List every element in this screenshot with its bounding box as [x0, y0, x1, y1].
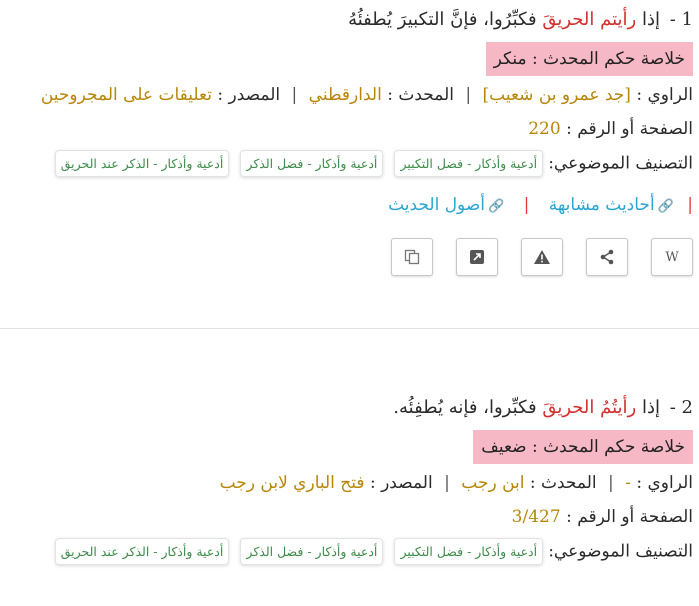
source-value[interactable]: تعليقات على المجروحين [41, 85, 212, 105]
narrator-line: الراوي : [جد عمرو بن شعيب] | المحدث : ال… [40, 85, 693, 105]
topic-tag[interactable]: أدعية وأذكار - الذكر عند الحريق [54, 538, 230, 565]
muhaddith-label: المحدث : [529, 473, 597, 493]
hadith-text: 2 - إذا رأيتُمُ الحريقَ فكبِّروا، فإنه ي… [4, 388, 693, 428]
hadith-highlight: رأيتم الحريقَ [542, 9, 637, 30]
copy-button[interactable] [390, 238, 433, 276]
grade-badge: خلاصة حكم المحدث : منكر [485, 42, 693, 76]
share-button[interactable] [585, 238, 628, 276]
topic-tag[interactable]: أدعية وأذكار - الذكر عند الحريق [54, 150, 230, 177]
narrator-value[interactable]: - [625, 473, 631, 493]
hadith-text-post: فكبِّرُوا، فإنَّ التكبيرَ يُطفئُهُ [348, 9, 537, 30]
source-label: المصدر : [217, 85, 281, 105]
muhaddith-value[interactable]: الدارقطني [309, 85, 382, 105]
page-label: الصفحة أو الرقم : [566, 119, 693, 139]
grade-badge: خلاصة حكم المحدث : ضعيف [473, 430, 693, 464]
page-line: الصفحة أو الرقم : 220 [4, 114, 693, 144]
share-icon [600, 249, 614, 265]
wiki-icon: W [665, 250, 679, 265]
narrator-label: الراوي : [636, 473, 693, 493]
hadith-number: 1 - [669, 9, 693, 30]
tags-label: التصنيف الموضوعي: [548, 153, 693, 174]
hadith-origins-link[interactable]: 🔗أصول الحديث [388, 195, 504, 215]
hadith-text-post: فكبِّروا، فإنه يُطفِئُه. [393, 397, 537, 418]
action-buttons: W [4, 238, 693, 280]
open-button[interactable] [455, 238, 498, 276]
narrator-value[interactable]: [جد عمرو بن شعيب] [483, 85, 631, 105]
topic-tag[interactable]: أدعية وأذكار - فضل الذكر [240, 150, 384, 177]
topic-tag[interactable]: أدعية وأذكار - فضل الذكر [240, 538, 384, 565]
hadith-text: 1 - إذا رأيتم الحريقَ فكبِّرُوا، فإنَّ ا… [4, 0, 693, 40]
source-value[interactable]: فتح الباري لابن رجب [220, 473, 365, 493]
hadith-text-pre: إذا [641, 397, 660, 418]
tags-label: التصنيف الموضوعي: [548, 541, 693, 562]
link-divider: | [687, 195, 693, 215]
topic-tags: التصنيف الموضوعي: أدعية وأذكار - فضل الت… [4, 538, 693, 578]
hadith-card: 2 - إذا رأيتُمُ الحريقَ فكبِّروا، فإنه ي… [4, 388, 693, 578]
narrator-label: الراوي : [636, 85, 693, 105]
hadith-number: 2 - [669, 397, 693, 418]
muhaddith-value[interactable]: ابن رجب [461, 473, 524, 493]
hadith-highlight: رأيتُمُ الحريقَ [542, 397, 637, 418]
muhaddith-label: المحدث : [387, 85, 454, 105]
related-links: | 🔗أحاديث مشابهة | 🔗أصول الحديث [4, 190, 693, 220]
results-divider [0, 328, 699, 329]
hadith-card: 1 - إذا رأيتم الحريقَ فكبِّرُوا، فإنَّ ا… [4, 0, 693, 280]
copy-icon [404, 249, 419, 265]
report-button[interactable] [520, 238, 563, 276]
warning-icon [533, 250, 550, 264]
topic-tags: التصنيف الموضوعي: أدعية وأذكار - فضل الت… [4, 150, 693, 190]
external-link-icon [469, 250, 484, 264]
topic-tag[interactable]: أدعية وأذكار - فضل التكبير [394, 150, 544, 177]
narrator-line: الراوي : - | المحدث : ابن رجب | المصدر :… [219, 473, 693, 493]
wiki-button[interactable]: W [651, 238, 693, 276]
similar-hadiths-link[interactable]: 🔗أحاديث مشابهة [549, 195, 674, 215]
hadith-text-pre: إذا [641, 9, 660, 30]
page-label: الصفحة أو الرقم : [566, 507, 693, 527]
link-icon: 🔗 [487, 199, 505, 214]
page-value: 3/427 [511, 507, 561, 527]
topic-tag[interactable]: أدعية وأذكار - فضل التكبير [394, 538, 544, 565]
page-value: 220 [528, 119, 561, 139]
results-page: 1 - إذا رأيتم الحريقَ فكبِّرُوا، فإنَّ ا… [0, 0, 699, 606]
link-divider: | [523, 195, 530, 215]
page-line: الصفحة أو الرقم : 3/427 [4, 502, 693, 532]
source-label: المصدر : [369, 473, 433, 493]
link-icon: 🔗 [657, 199, 674, 214]
